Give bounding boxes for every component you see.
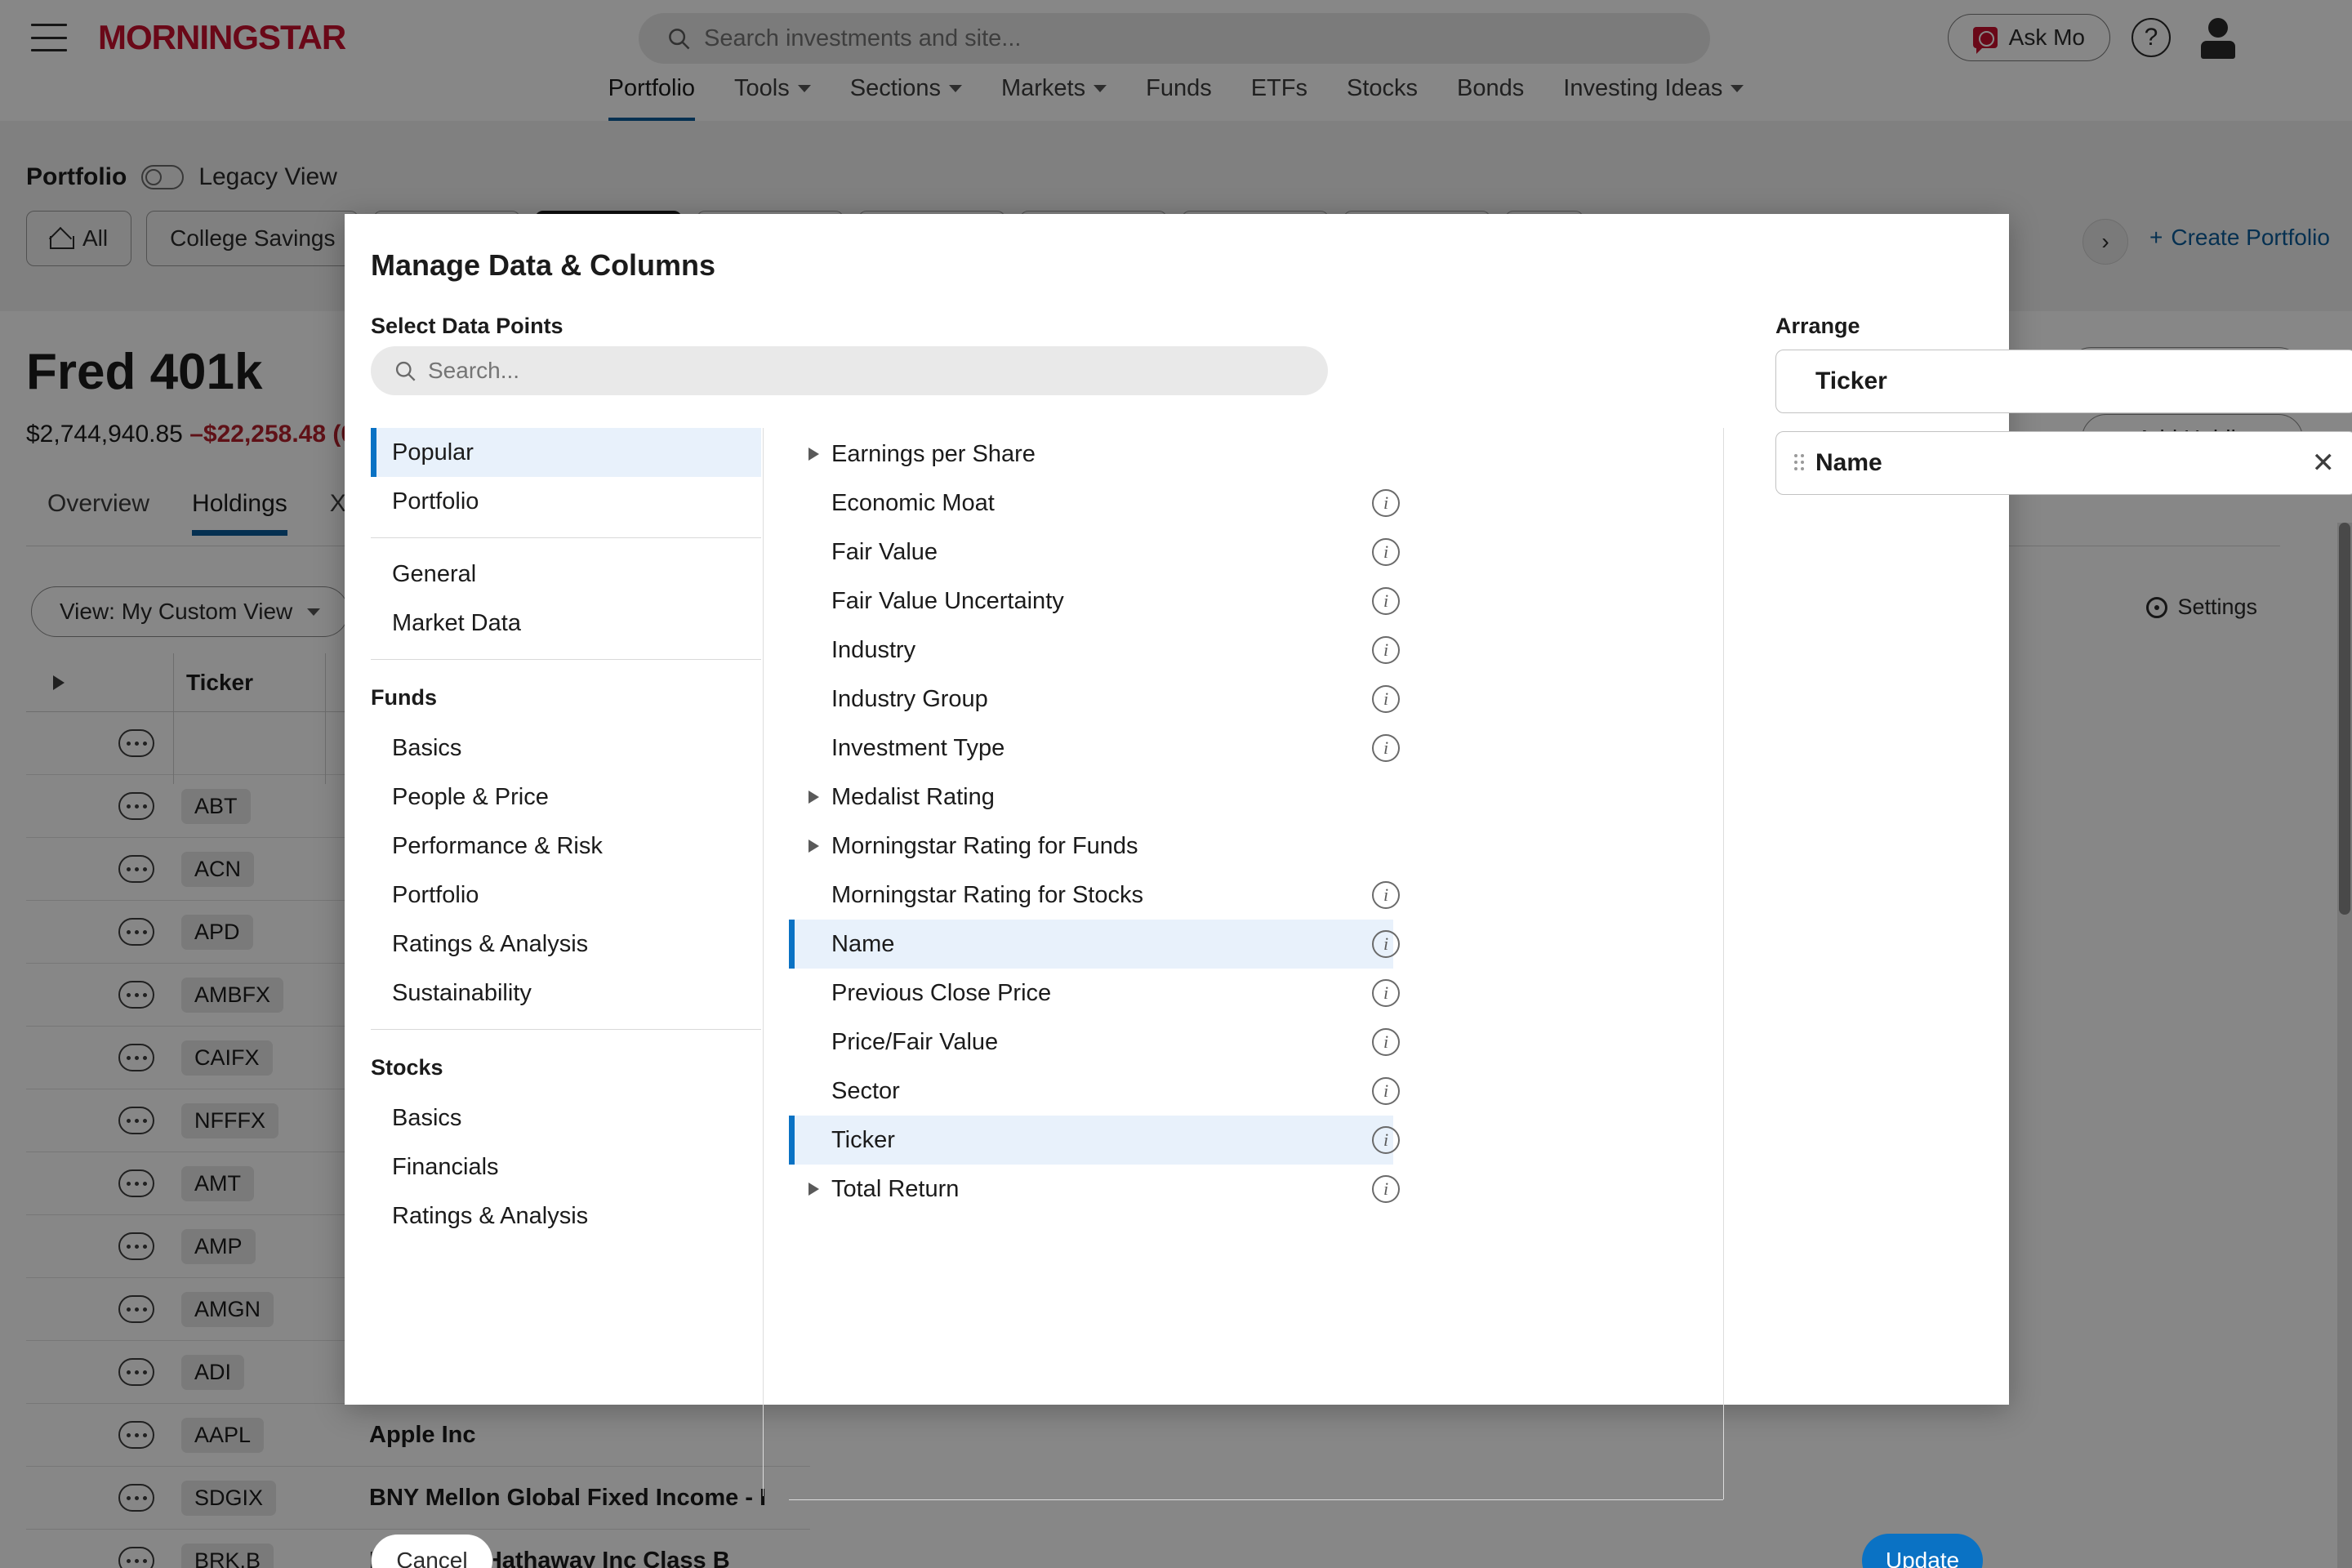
info-icon[interactable]: i: [1372, 1175, 1400, 1203]
data-point-fair-value[interactable]: Fair Value i: [789, 528, 1400, 577]
category-column-divider: [763, 648, 764, 1496]
select-data-points-label: Select Data Points: [371, 314, 564, 338]
data-point-label: Ticker: [831, 1126, 895, 1153]
data-point-label: Fair Value Uncertainty: [831, 587, 1064, 614]
expand-triangle-icon[interactable]: [808, 1183, 819, 1196]
info-icon[interactable]: i: [1372, 979, 1400, 1007]
manage-data-columns-modal: Manage Data & Columns Select Data Points…: [345, 214, 2352, 1568]
category-item-portfolio[interactable]: Portfolio: [371, 871, 761, 920]
arrange-list: Ticker Name ✕: [1775, 350, 2352, 513]
category-item-ratings-analysis[interactable]: Ratings & Analysis: [371, 920, 761, 969]
data-point-label: Total Return: [831, 1175, 960, 1202]
info-icon[interactable]: i: [1372, 636, 1400, 664]
info-icon[interactable]: i: [1372, 538, 1400, 566]
info-icon[interactable]: i: [1372, 1077, 1400, 1105]
category-item-general[interactable]: General: [371, 550, 761, 599]
data-point-label: Name: [831, 930, 895, 957]
category-item-people-price[interactable]: People & Price: [371, 773, 761, 822]
category-item-market-data[interactable]: Market Data: [371, 599, 761, 648]
data-point-label: Industry: [831, 636, 916, 663]
data-point-label: Morningstar Rating for Stocks: [831, 881, 1143, 908]
data-point-fair-value-uncertainty[interactable]: Fair Value Uncertainty i: [789, 577, 1400, 626]
arrange-item-label: Ticker: [1815, 368, 1887, 394]
data-points-list: Earnings per Share Economic Moat i Fair Val…: [789, 430, 1400, 1214]
data-point-economic-moat[interactable]: Economic Moat i: [789, 479, 1400, 528]
info-icon[interactable]: i: [1372, 930, 1400, 958]
data-point-label: Economic Moat: [831, 489, 995, 516]
datapoints-column-divider: [1723, 428, 1724, 1499]
category-divider: [371, 537, 761, 538]
data-point-label: Previous Close Price: [831, 979, 1052, 1006]
data-point-investment-type[interactable]: Investment Type i: [789, 724, 1400, 773]
category-item-financials[interactable]: Financials: [371, 1143, 761, 1192]
category-divider: [371, 1029, 761, 1030]
data-point-label: Sector: [831, 1077, 900, 1104]
category-group-header-stocks: Stocks: [371, 1054, 443, 1080]
data-point-label: Earnings per Share: [831, 440, 1036, 467]
expand-triangle-icon[interactable]: [808, 448, 819, 461]
info-icon[interactable]: i: [1372, 1126, 1400, 1154]
data-point-total-return[interactable]: Total Return i: [789, 1165, 1400, 1214]
category-item-basics[interactable]: Basics: [371, 1094, 761, 1143]
modal-search-input[interactable]: [428, 358, 1245, 384]
info-icon[interactable]: i: [1372, 734, 1400, 762]
category-item-basics[interactable]: Basics: [371, 724, 761, 773]
data-point-label: Medalist Rating: [831, 783, 995, 810]
category-item-ratings-analysis[interactable]: Ratings & Analysis: [371, 1192, 761, 1241]
data-point-price-fair-value[interactable]: Price/Fair Value i: [789, 1018, 1400, 1067]
info-icon[interactable]: i: [1372, 587, 1400, 615]
info-icon[interactable]: i: [1372, 489, 1400, 517]
arrange-item-name[interactable]: Name ✕: [1775, 431, 2352, 495]
data-point-morningstar-rating-for-stocks[interactable]: Morningstar Rating for Stocks i: [789, 871, 1400, 920]
info-icon[interactable]: i: [1372, 881, 1400, 909]
modal-title: Manage Data & Columns: [371, 248, 716, 282]
data-point-industry[interactable]: Industry i: [789, 626, 1400, 675]
data-point-previous-close-price[interactable]: Previous Close Price i: [789, 969, 1400, 1018]
data-point-label: Morningstar Rating for Funds: [831, 832, 1138, 859]
arrange-label: Arrange: [1775, 314, 1860, 338]
category-item-sustainability[interactable]: Sustainability: [371, 969, 761, 1018]
modal-footer-divider: [789, 1499, 1723, 1500]
data-point-label: Industry Group: [831, 685, 988, 712]
data-point-sector[interactable]: Sector i: [789, 1067, 1400, 1116]
modal-search[interactable]: [371, 346, 1328, 395]
category-list: Popular Portfolio General Market Data Funds B…: [371, 428, 761, 1241]
data-point-name[interactable]: Name i: [789, 920, 1400, 969]
data-point-earnings-per-share[interactable]: Earnings per Share: [789, 430, 1393, 479]
data-point-label: Investment Type: [831, 734, 1005, 761]
data-point-label: Fair Value: [831, 538, 938, 565]
search-icon: [395, 361, 416, 381]
close-icon[interactable]: ✕: [2312, 449, 2336, 477]
arrange-item-label: Name: [1815, 449, 1882, 476]
data-point-label: Price/Fair Value: [831, 1028, 999, 1055]
category-group-header-funds: Funds: [371, 684, 437, 710]
drag-handle-icon[interactable]: [1794, 454, 1804, 472]
category-divider: [371, 659, 761, 660]
category-item-portfolio[interactable]: Portfolio: [371, 477, 761, 526]
update-button[interactable]: Update: [1862, 1534, 1983, 1568]
data-point-medalist-rating[interactable]: Medalist Rating: [789, 773, 1393, 822]
arrange-item-ticker[interactable]: Ticker: [1775, 350, 2352, 413]
expand-triangle-icon[interactable]: [808, 840, 819, 853]
data-point-morningstar-rating-for-funds[interactable]: Morningstar Rating for Funds: [789, 822, 1393, 871]
data-point-ticker[interactable]: Ticker i: [789, 1116, 1400, 1165]
expand-triangle-icon[interactable]: [808, 791, 819, 804]
category-item-popular[interactable]: Popular: [371, 428, 761, 477]
info-icon[interactable]: i: [1372, 685, 1400, 713]
category-item-performance-risk[interactable]: Performance & Risk: [371, 822, 761, 871]
category-column-divider: [763, 428, 764, 648]
info-icon[interactable]: i: [1372, 1028, 1400, 1056]
page-root: MORNINGSTAR Ask Mo ? PortfolioToolsSecti…: [0, 0, 2352, 1568]
data-point-industry-group[interactable]: Industry Group i: [789, 675, 1400, 724]
cancel-button[interactable]: Cancel: [371, 1534, 493, 1568]
